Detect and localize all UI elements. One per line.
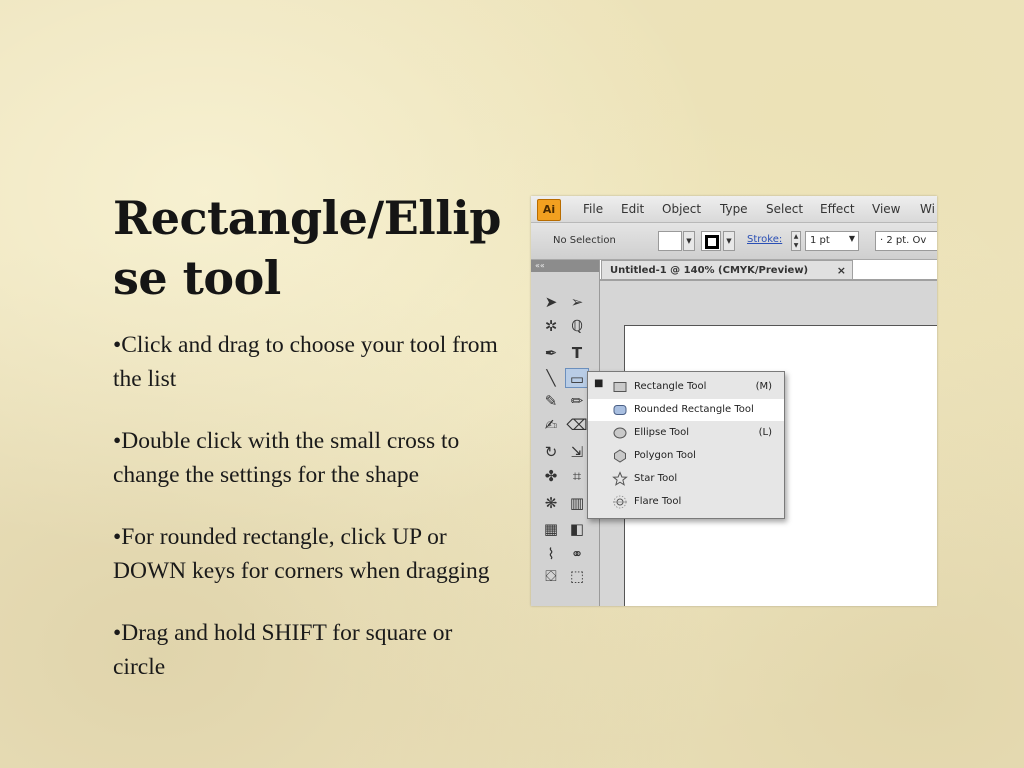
tab-divider [600, 279, 937, 281]
rectangle-tool-icon[interactable]: ▭ [565, 368, 589, 388]
mesh-tool-icon[interactable]: ▦ [539, 519, 563, 539]
brush-value: 2 pt. Ov [886, 235, 927, 246]
bullet-item: Drag and hold SHIFT for square or circle [113, 616, 498, 684]
selection-tool-icon[interactable]: ➤ [539, 292, 563, 312]
shape-tools-flyout: ■ Rectangle Tool (M) Rounded Rectangle T… [587, 371, 785, 519]
graph-tool-icon[interactable]: ▥ [565, 493, 589, 513]
panel-collapse-icon[interactable]: «« [531, 260, 599, 272]
paintbrush-tool-icon[interactable]: ✎ [539, 391, 563, 411]
flyout-label: Flare Tool [634, 496, 682, 507]
flyout-label: Rectangle Tool [634, 381, 707, 392]
flyout-label: Polygon Tool [634, 450, 696, 461]
stroke-dropdown[interactable]: ▼ [723, 231, 735, 251]
polygon-icon [614, 449, 626, 463]
menu-type[interactable]: Type [720, 202, 748, 216]
symbol-sprayer-tool-icon[interactable]: ❋ [539, 493, 563, 513]
brush-field[interactable]: · 2 pt. Ov [875, 231, 937, 251]
eraser-tool-icon[interactable]: ⌫ [565, 415, 589, 435]
pencil-tool-icon[interactable]: ✏ [565, 391, 589, 411]
ellipse-icon [613, 427, 627, 439]
slide-title: Rectangle/Ellipse tool [113, 191, 501, 305]
illustrator-screenshot: Ai File Edit Object Type Select Effect V… [531, 196, 937, 606]
document-tab-label: Untitled-1 @ 140% (CMYK/Preview) [610, 265, 809, 276]
selected-indicator-icon: ■ [594, 378, 604, 389]
flyout-shortcut: (L) [758, 427, 772, 438]
menu-window[interactable]: Wi [920, 202, 935, 216]
flyout-item-polygon[interactable]: Polygon Tool [588, 445, 784, 467]
type-tool-icon[interactable]: T [565, 343, 589, 363]
flyout-item-ellipse[interactable]: Ellipse Tool (L) [588, 422, 784, 444]
stroke-link[interactable]: Stroke: [747, 234, 782, 245]
direct-selection-tool-icon[interactable]: ➢ [565, 292, 589, 312]
menu-effect[interactable]: Effect [820, 202, 855, 216]
flyout-item-rounded-rectangle[interactable]: Rounded Rectangle Tool [588, 399, 784, 421]
eyedropper-tool-icon[interactable]: ⌇ [539, 544, 563, 564]
menu-file[interactable]: File [583, 202, 603, 216]
free-transform-tool-icon[interactable]: ⌗ [565, 466, 589, 486]
fill-swatch[interactable] [658, 231, 682, 251]
stroke-swatch[interactable] [701, 231, 721, 251]
flyout-item-rectangle[interactable]: ■ Rectangle Tool (M) [588, 376, 784, 398]
selection-status: No Selection [553, 235, 616, 246]
gradient-tool-icon[interactable]: ◧ [565, 519, 589, 539]
live-paint-selection-tool-icon[interactable]: ⬚ [565, 566, 589, 586]
rectangle-icon [613, 382, 627, 392]
app-logo: Ai [537, 199, 561, 221]
fill-dropdown[interactable]: ▼ [683, 231, 695, 251]
bullet-item: Double click with the small cross to cha… [113, 424, 498, 492]
flyout-shortcut: (M) [755, 381, 772, 392]
document-tab[interactable]: Untitled-1 @ 140% (CMYK/Preview) × [601, 260, 853, 280]
stroke-weight-field[interactable]: 1 pt ▼ [805, 231, 859, 251]
blend-tool-icon[interactable]: ⚭ [565, 544, 589, 564]
close-icon[interactable]: × [837, 261, 846, 280]
flare-icon [613, 495, 627, 509]
chevron-down-icon: ▼ [848, 234, 855, 243]
rounded-rectangle-icon [613, 405, 627, 415]
flyout-item-flare[interactable]: Flare Tool [588, 491, 784, 513]
blob-brush-tool-icon[interactable]: ✍ [539, 415, 563, 435]
bullet-item: Click and drag to choose your tool from … [113, 328, 498, 396]
flyout-label: Star Tool [634, 473, 678, 484]
scale-tool-icon[interactable]: ⇲ [565, 442, 589, 462]
live-paint-tool-icon[interactable]: ⛋ [539, 566, 563, 586]
star-icon [612, 471, 628, 486]
flyout-item-star[interactable]: Star Tool [588, 468, 784, 490]
rotate-tool-icon[interactable]: ↻ [539, 442, 563, 462]
bullet-list: Click and drag to choose your tool from … [113, 328, 498, 712]
control-bar: No Selection ▼ ▼ Stroke: ▲ ▼ 1 pt ▼ · 2 p… [531, 223, 937, 260]
magic-wand-tool-icon[interactable]: ✲ [539, 316, 563, 336]
line-tool-icon[interactable]: ╲ [539, 368, 563, 388]
menu-object[interactable]: Object [662, 202, 701, 216]
menu-bar: Ai File Edit Object Type Select Effect V… [531, 196, 937, 223]
flyout-label: Rounded Rectangle Tool [634, 404, 754, 415]
lasso-tool-icon[interactable]: ℚ [565, 316, 589, 336]
menu-edit[interactable]: Edit [621, 202, 644, 216]
pen-tool-icon[interactable]: ✒ [539, 343, 563, 363]
flyout-label: Ellipse Tool [634, 427, 689, 438]
menu-select[interactable]: Select [766, 202, 803, 216]
stroke-stepper[interactable]: ▲ ▼ [791, 231, 801, 251]
menu-view[interactable]: View [872, 202, 900, 216]
bullet-item: For rounded rectangle, click UP or DOWN … [113, 520, 498, 588]
warp-tool-icon[interactable]: ✤ [539, 466, 563, 486]
